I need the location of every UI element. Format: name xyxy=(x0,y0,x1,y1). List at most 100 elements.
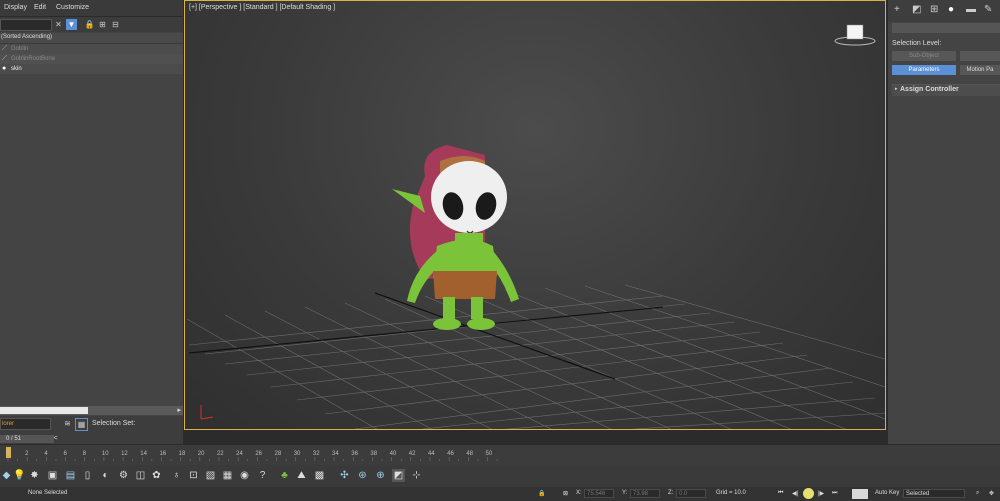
light-icon[interactable]: 💡 xyxy=(13,469,26,482)
gear-icon[interactable]: ⚙ xyxy=(117,469,130,482)
next-frame-icon[interactable]: |▶ xyxy=(818,490,824,497)
key-mode-dropdown[interactable]: Selected xyxy=(903,489,965,498)
perspective-viewport[interactable]: [+] [Perspective ] [Standard ] [Default … xyxy=(184,0,886,430)
transform-mode-icon[interactable]: ⊠ xyxy=(563,490,568,497)
sub-object-button[interactable]: Sub-Object xyxy=(892,51,956,61)
scrollbar-thumb[interactable] xyxy=(0,407,88,414)
camera-icon[interactable]: ▣ xyxy=(46,469,59,482)
timeline-tick-label: 16 xyxy=(159,451,167,457)
material-icon[interactable]: ◫ xyxy=(134,469,147,482)
list-item[interactable]: ⟋ GoblinRootBone xyxy=(0,54,183,64)
selection-set-label: Selection Set: xyxy=(92,420,136,427)
chevron-left-icon[interactable]: < xyxy=(50,433,61,444)
target-icon[interactable]: ⊛ xyxy=(356,469,369,482)
menu-customize[interactable]: Customize xyxy=(56,4,89,11)
timeline-tick-label: 8 xyxy=(82,451,87,457)
timeline-tick-label: 12 xyxy=(121,451,128,457)
explorer-toolbar: ✕ ▼ 🔒 ⊞ ⊟ xyxy=(0,17,183,32)
filter-icon[interactable]: ▼ xyxy=(66,19,77,30)
bulb-icon[interactable]: ♁ xyxy=(170,469,183,482)
frame-icon[interactable]: ⊡ xyxy=(187,469,200,482)
parameters-button[interactable]: Parameters xyxy=(892,65,956,75)
layers-icon[interactable]: ⊟ xyxy=(110,19,121,30)
search-icon[interactable]: ⌕ xyxy=(976,490,979,497)
utilities-tab-icon[interactable]: ✎ xyxy=(984,4,992,15)
terrain-icon[interactable]: ⛰ xyxy=(295,469,308,482)
motion-tab-icon[interactable]: ● xyxy=(948,4,954,15)
align-icon[interactable]: ⊕ xyxy=(374,469,387,482)
set-key-button[interactable] xyxy=(852,489,868,499)
split-icon[interactable]: ◐ xyxy=(99,469,112,482)
z-label: Z: xyxy=(668,490,674,496)
explorer-scrollbar[interactable]: ▸ xyxy=(0,406,183,415)
hierarchy-tab-icon[interactable]: ⊞ xyxy=(930,4,938,15)
grid-icon[interactable]: ▩ xyxy=(313,469,326,482)
timeline-tick-label: 2 xyxy=(25,451,29,457)
previous-frame-icon[interactable]: ◀| xyxy=(792,490,798,497)
snap-icon[interactable]: ✣ xyxy=(338,469,351,482)
keyframe-icon[interactable]: ◆ xyxy=(0,469,13,482)
play-button[interactable] xyxy=(803,488,814,499)
go-to-start-icon[interactable]: ⏮ xyxy=(778,490,783,497)
timeline-tick-label: 38 xyxy=(370,451,378,457)
timeline-tick-label: 10 xyxy=(101,451,109,457)
timeline-tick-label: 24 xyxy=(236,451,243,457)
selection-set-icon[interactable]: ▦ xyxy=(75,418,88,431)
x-coordinate-field[interactable]: 75.546 xyxy=(584,489,614,498)
hierarchy-icon[interactable]: ⊞ xyxy=(97,19,108,30)
timeline-tick-label: 46 xyxy=(447,451,454,457)
select-icon[interactable]: ◩ xyxy=(392,469,405,482)
render-icon[interactable]: ▤ xyxy=(64,469,77,482)
x-label: X: xyxy=(576,490,582,496)
go-to-end-icon[interactable]: ⏭ xyxy=(832,490,837,497)
auto-key-button[interactable]: Auto Key xyxy=(875,490,899,496)
timeline-track[interactable]: 0 2 4 6 8 10 12 14 16 18 20 22 24 26 28 30 32 34 36 38 40 42 4… xyxy=(0,445,1000,465)
z-coordinate-field[interactable]: 0.0 xyxy=(676,489,706,498)
goblin-model xyxy=(392,145,519,330)
scroll-right-icon[interactable]: ▸ xyxy=(177,406,181,414)
pan-icon[interactable]: ✥ xyxy=(989,490,994,497)
sun-icon[interactable]: ✸ xyxy=(28,469,41,482)
assign-controller-rollout[interactable]: ▸ Assign Controller xyxy=(892,84,1000,96)
modify-tab-icon[interactable]: ◩ xyxy=(912,4,921,15)
layer-stack-icon[interactable]: ≋ xyxy=(62,418,73,429)
help-icon[interactable]: ? xyxy=(256,469,269,482)
create-tab-icon[interactable]: + xyxy=(894,4,900,15)
lock-selection-icon[interactable]: 🔒 xyxy=(538,490,545,497)
tree-icon[interactable]: ♣ xyxy=(278,469,291,482)
explorer-footer: lorer ≋ ▦ Selection Set: 0 / 51 < xyxy=(0,416,183,444)
preview-icon[interactable]: ▦ xyxy=(221,469,234,482)
menu-display[interactable]: Display xyxy=(4,4,27,11)
timeline-tick-label: 48 xyxy=(466,451,473,457)
rollout-chevron-icon: ▸ xyxy=(895,86,898,92)
transform-icon[interactable]: ⊹ xyxy=(410,469,423,482)
grid-axis-y xyxy=(374,292,616,380)
document-icon[interactable]: ▯ xyxy=(81,469,94,482)
eye-icon[interactable]: ◉ xyxy=(238,469,251,482)
y-coordinate-field[interactable]: 73.98 xyxy=(630,489,660,498)
effects-icon[interactable]: ✿ xyxy=(150,469,163,482)
explorer-search-input[interactable] xyxy=(0,19,52,31)
timeline-tick-label: 44 xyxy=(427,451,435,457)
explorer-type-dropdown[interactable]: lorer xyxy=(0,418,51,430)
command-panel-field[interactable] xyxy=(892,23,1000,33)
timeline-tick-label: 4 xyxy=(44,451,48,457)
command-panel: + ◩ ⊞ ● ▬ ✎ Selection Level: Sub-Object … xyxy=(888,0,1000,444)
sub-object-dropdown[interactable] xyxy=(960,51,1000,61)
sort-header[interactable]: (Sorted Ascending) xyxy=(0,33,183,44)
list-item[interactable]: ⟋ Goblin xyxy=(0,44,183,54)
y-label: Y: xyxy=(622,490,628,496)
explorer-menu-bar: Display Edit Customize xyxy=(0,0,183,17)
status-bar: None Selected 🔒 ⊠ X: 75.546 Y: 73.98 Z: … xyxy=(0,487,1000,501)
clear-search-icon[interactable]: ✕ xyxy=(53,19,64,30)
menu-edit[interactable]: Edit xyxy=(34,4,46,11)
image-icon[interactable]: ▧ xyxy=(204,469,217,482)
viewport-scene xyxy=(186,24,885,429)
motion-paths-button[interactable]: Motion Pa xyxy=(960,65,1000,75)
list-item[interactable]: ● skin xyxy=(0,64,183,74)
display-tab-icon[interactable]: ▬ xyxy=(966,4,976,15)
timeline-tick-label: 6 xyxy=(63,451,67,457)
timeline-tick-label: 14 xyxy=(140,451,147,457)
bone-icon: ⟋ xyxy=(2,55,7,62)
lock-icon[interactable]: 🔒 xyxy=(84,19,95,30)
